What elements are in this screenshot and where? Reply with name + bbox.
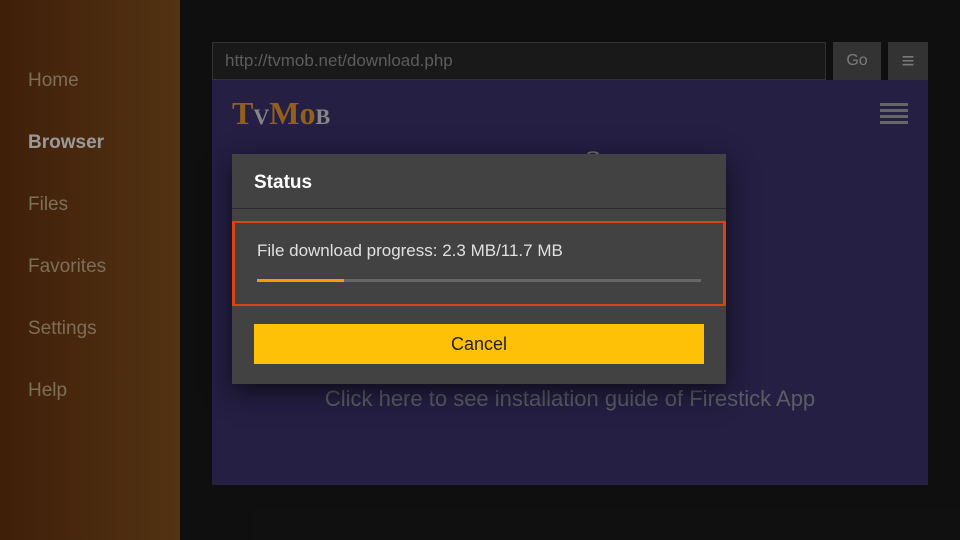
progress-fill [257, 279, 344, 282]
progress-label: File download progress: 2.3 MB/11.7 MB [257, 241, 701, 261]
progress-section: File download progress: 2.3 MB/11.7 MB [232, 221, 726, 306]
dialog-title: Status [232, 154, 726, 208]
status-dialog: Status File download progress: 2.3 MB/11… [232, 154, 726, 384]
divider [232, 208, 726, 209]
progress-bar [257, 279, 701, 282]
cancel-button[interactable]: Cancel [254, 324, 704, 364]
